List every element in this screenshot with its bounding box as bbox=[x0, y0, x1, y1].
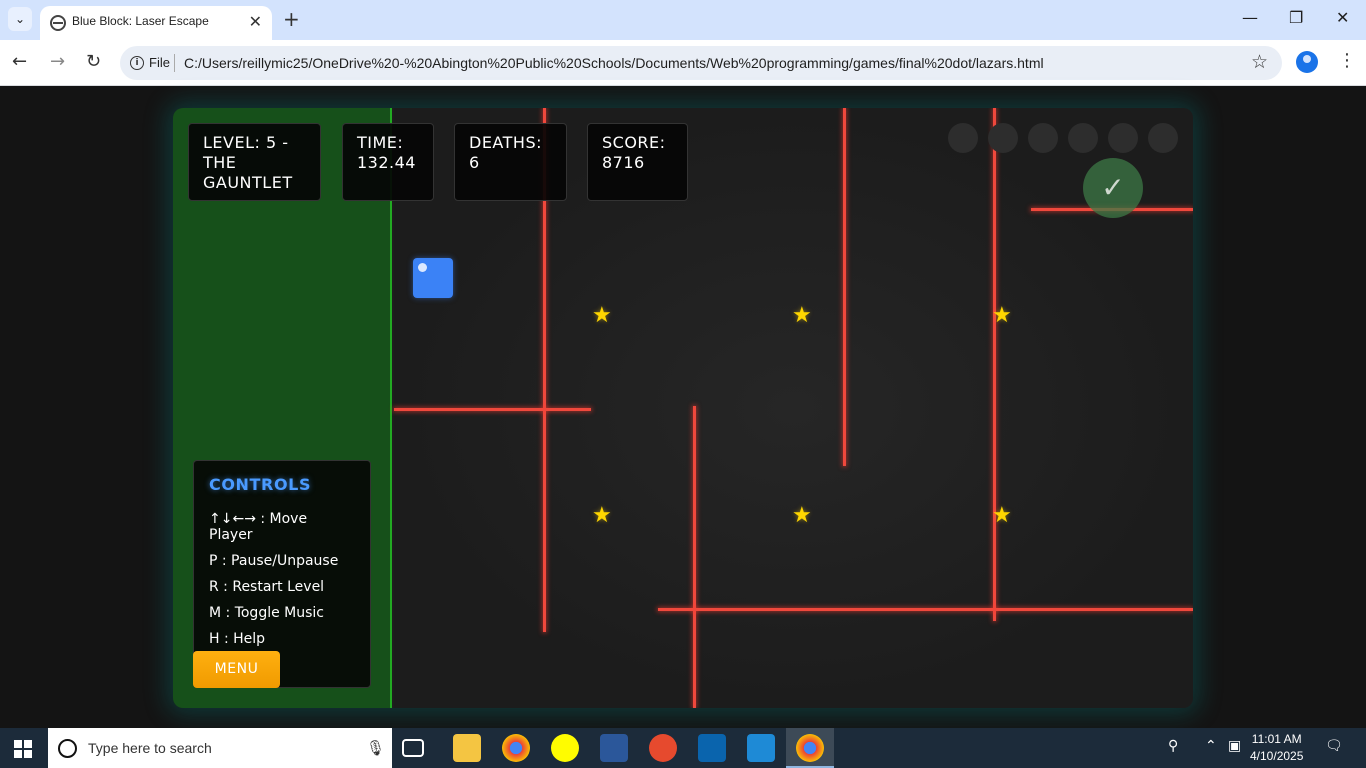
windows-taskbar: Type here to search 🎙 ⚲ ⌃ ▣ 11:01 AM 4/1… bbox=[0, 728, 1366, 768]
browser-tab-strip: ⌄ Blue Block: Laser Escape ✕ + — ❐ ✕ bbox=[0, 0, 1366, 40]
star-pickup: ★ bbox=[592, 503, 612, 528]
game-board: ★ ★ ★ ★ ★ ★ ✓ LEVEL: 5 - THE GAUNTLET TI… bbox=[173, 108, 1193, 708]
file-explorer-icon[interactable] bbox=[453, 734, 481, 762]
goal-checkmark-icon: ✓ bbox=[1083, 158, 1143, 218]
windows-start-icon[interactable] bbox=[14, 740, 32, 758]
profile-avatar-icon[interactable] bbox=[1296, 51, 1318, 73]
browser-menu-icon[interactable]: ⋮ bbox=[1338, 50, 1356, 71]
progress-dot bbox=[948, 123, 978, 153]
snapchat-icon[interactable] bbox=[551, 734, 579, 762]
network-icon[interactable]: ▣ bbox=[1228, 738, 1241, 754]
chrome-active-taskbar-item[interactable] bbox=[786, 728, 834, 768]
control-move: ↑↓←→ : Move Player bbox=[209, 511, 308, 543]
control-restart: R : Restart Level bbox=[209, 579, 325, 595]
laser-beam bbox=[993, 108, 996, 621]
progress-dot bbox=[1148, 123, 1178, 153]
star-pickup: ★ bbox=[992, 303, 1012, 328]
bookmark-star-icon[interactable]: ☆ bbox=[1251, 51, 1268, 73]
progress-dot bbox=[1068, 123, 1098, 153]
back-arrow-icon[interactable]: ← bbox=[12, 51, 27, 72]
laser-beam bbox=[394, 408, 591, 411]
star-pickup: ★ bbox=[792, 503, 812, 528]
star-pickup: ★ bbox=[592, 303, 612, 328]
microphone-icon[interactable]: 🎙 bbox=[366, 739, 385, 757]
time-display: TIME: 132.44 bbox=[342, 123, 434, 201]
chrome-icon[interactable] bbox=[502, 734, 530, 762]
taskbar-clock[interactable]: 11:01 AM 4/10/2025 bbox=[1250, 731, 1303, 765]
people-icon[interactable]: ⚲ bbox=[1168, 738, 1178, 754]
laser-beam bbox=[658, 608, 1193, 611]
player-eye bbox=[418, 263, 427, 272]
progress-dot bbox=[1108, 123, 1138, 153]
reload-icon[interactable]: ↻ bbox=[86, 51, 101, 72]
file-scheme-label: File bbox=[149, 55, 170, 70]
tab-search-button[interactable]: ⌄ bbox=[8, 7, 32, 31]
level-display: LEVEL: 5 - THE GAUNTLET bbox=[188, 123, 321, 201]
browser-tab[interactable]: Blue Block: Laser Escape ✕ bbox=[40, 6, 272, 40]
minimize-button[interactable]: — bbox=[1242, 8, 1258, 27]
player-block bbox=[413, 258, 453, 298]
deaths-display: DEATHS: 6 bbox=[454, 123, 567, 201]
new-tab-button[interactable]: + bbox=[283, 7, 300, 31]
laser-beam bbox=[843, 108, 846, 466]
taskbar-search-box[interactable]: Type here to search 🎙 bbox=[48, 728, 392, 768]
clock-date: 4/10/2025 bbox=[1250, 749, 1304, 763]
star-pickup: ★ bbox=[792, 303, 812, 328]
url-text[interactable]: C:/Users/reillymic25/OneDrive%20-%20Abin… bbox=[184, 55, 1044, 71]
control-help: H : Help bbox=[209, 631, 266, 647]
globe-icon bbox=[50, 15, 66, 31]
forward-arrow-icon[interactable]: → bbox=[50, 51, 65, 72]
laser-beam bbox=[693, 406, 696, 708]
progress-dot bbox=[1028, 123, 1058, 153]
outlook-icon[interactable] bbox=[698, 734, 726, 762]
controls-title: CONTROLS bbox=[209, 475, 312, 494]
vscode-icon[interactable] bbox=[747, 734, 775, 762]
notification-icon[interactable]: 🗨 bbox=[1325, 738, 1343, 754]
tray-chevron-icon[interactable]: ⌃ bbox=[1205, 738, 1217, 754]
omnibox-divider bbox=[174, 54, 175, 72]
address-bar[interactable]: i File C:/Users/reillymic25/OneDrive%20-… bbox=[120, 46, 1282, 80]
tab-close-icon[interactable]: ✕ bbox=[249, 12, 262, 31]
control-pause: P : Pause/Unpause bbox=[209, 553, 339, 569]
star-pickup: ★ bbox=[992, 503, 1012, 528]
progress-dot bbox=[988, 123, 1018, 153]
info-icon[interactable]: i bbox=[130, 56, 144, 70]
task-view-icon[interactable] bbox=[402, 739, 424, 757]
canvas-icon[interactable] bbox=[649, 734, 677, 762]
taskbar-search-placeholder: Type here to search bbox=[88, 740, 212, 756]
chrome-icon bbox=[796, 734, 824, 762]
menu-button[interactable]: MENU bbox=[193, 651, 280, 688]
restore-button[interactable]: ❐ bbox=[1289, 8, 1303, 27]
clock-time: 11:01 AM bbox=[1251, 732, 1302, 746]
score-display: SCORE: 8716 bbox=[587, 123, 688, 201]
window-close-button[interactable]: ✕ bbox=[1336, 8, 1349, 27]
cortana-icon bbox=[58, 739, 77, 758]
browser-toolbar: ← → ↻ i File C:/Users/reillymic25/OneDri… bbox=[0, 40, 1366, 86]
tab-title: Blue Block: Laser Escape bbox=[72, 14, 209, 28]
word-icon[interactable] bbox=[600, 734, 628, 762]
control-music: M : Toggle Music bbox=[209, 605, 324, 621]
